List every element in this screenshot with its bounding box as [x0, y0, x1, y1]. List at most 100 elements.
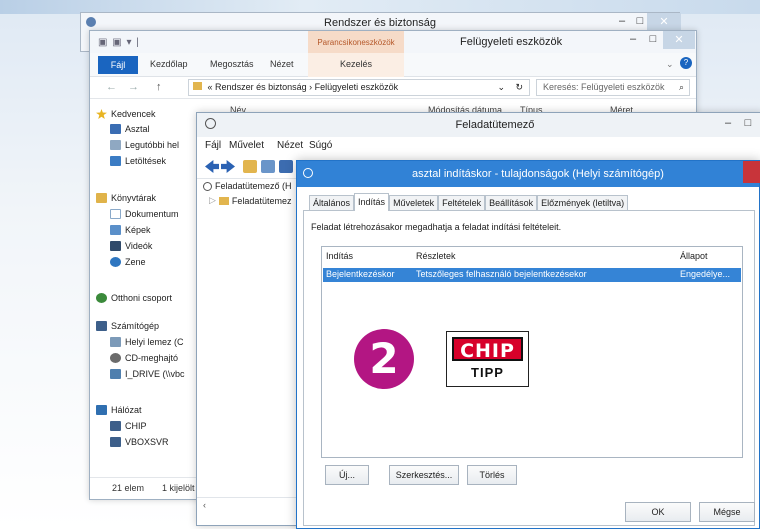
forward-button[interactable]: →	[128, 81, 139, 93]
nav-downloads[interactable]: Letöltések	[110, 156, 166, 166]
scheduler-titlebar: Feladatütemező – □	[197, 113, 760, 137]
minimize-button[interactable]: –	[622, 33, 644, 45]
search-icon[interactable]: ⌕	[679, 80, 684, 95]
nav-cd-drive[interactable]: CD-meghajtó	[110, 353, 178, 363]
nav-music[interactable]: Zene	[110, 257, 146, 267]
search-placeholder: Keresés: Felügyeleti eszközök	[543, 82, 665, 92]
tree-library[interactable]: ▷ Feladatütemez	[209, 195, 291, 206]
item-count: 21 elem	[112, 483, 145, 493]
tab-history[interactable]: Előzmények (letiltva)	[537, 195, 629, 211]
close-button[interactable]	[743, 161, 760, 183]
tab-general[interactable]: Általános	[309, 195, 355, 211]
up-button[interactable]: ↑	[156, 81, 162, 93]
nav-label: Otthoni csoport	[111, 293, 173, 303]
expand-icon[interactable]: ▷	[209, 195, 216, 206]
tree-label: Feladatütemez	[231, 195, 292, 206]
menu-action[interactable]: Művelet	[229, 140, 264, 151]
library-icon	[96, 193, 107, 203]
homegroup-icon	[96, 293, 107, 303]
column-details[interactable]: Részletek	[416, 251, 456, 261]
tab-home[interactable]: Kezdőlap	[150, 59, 188, 69]
selected-count: 1 kijelölt	[162, 483, 195, 493]
maximize-button[interactable]: □	[642, 33, 664, 45]
window-title: Felügyeleti eszközök	[460, 36, 563, 48]
computer-icon	[110, 437, 121, 447]
nav-recent[interactable]: Legutóbbi hel	[110, 140, 179, 150]
address-bar-row: ← → ↑ « Rendszer és biztonság › Felügyel…	[90, 77, 696, 99]
tab-file[interactable]: Fájl	[98, 56, 138, 74]
nav-label: Asztal	[125, 124, 150, 134]
address-dropdown-icon[interactable]: ⌄	[497, 80, 505, 95]
nav-videos[interactable]: Videók	[110, 241, 152, 251]
menu-help[interactable]: Súgó	[309, 140, 332, 151]
tree-root[interactable]: Feladatütemező (H	[203, 181, 292, 191]
breadcrumb-system-security[interactable]: Rendszer és biztonság	[215, 82, 307, 92]
tab-settings[interactable]: Beállítások	[485, 195, 538, 211]
tab-actions[interactable]: Műveletek	[389, 195, 439, 211]
downloads-icon	[110, 156, 121, 166]
context-tab-label: Parancsikoneszközök	[308, 31, 404, 53]
tree-scrollbar[interactable]: ‹	[197, 497, 297, 511]
table-row[interactable]: Bejelentkezéskor Tetszőleges felhasználó…	[323, 268, 741, 282]
edit-button[interactable]: Szerkesztés...	[389, 465, 459, 485]
search-input[interactable]: Keresés: Felügyeleti eszközök ⌕	[536, 79, 690, 96]
forward-arrow-icon[interactable]	[221, 160, 235, 173]
nav-network-drive[interactable]: I_DRIVE (\\vbc	[110, 369, 185, 379]
nav-network[interactable]: Hálózat	[96, 405, 142, 415]
nav-documents[interactable]: Dokumentum	[110, 209, 179, 219]
breadcrumb-separator: ›	[309, 82, 313, 92]
nav-label: Kedvencek	[111, 109, 156, 119]
nav-chip[interactable]: CHIP	[110, 421, 147, 431]
row-details: Tetszőleges felhasználó bejelentkezéseko…	[416, 269, 587, 279]
folder-up-icon[interactable]	[243, 160, 257, 173]
close-button[interactable]: ✕	[663, 31, 695, 49]
column-trigger[interactable]: Indítás	[326, 251, 353, 261]
ok-button[interactable]: OK	[625, 502, 691, 522]
new-button[interactable]: Új...	[325, 465, 369, 485]
nav-favorites[interactable]: Kedvencek	[96, 109, 156, 119]
minimize-button[interactable]: –	[717, 117, 739, 129]
network-drive-icon	[110, 369, 121, 379]
explorer-titlebar: ▣ ▣ ▾ | Parancsikoneszközök Felügyeleti …	[90, 31, 696, 53]
breadcrumb-admin-tools[interactable]: Felügyeleti eszközök	[315, 82, 399, 92]
back-arrow-icon[interactable]	[205, 160, 219, 173]
desktop-icon	[110, 124, 121, 134]
scroll-left-icon[interactable]: ‹	[203, 500, 206, 510]
nav-homegroup[interactable]: Otthoni csoport	[96, 293, 172, 303]
network-icon	[96, 405, 107, 415]
tree-label: Feladatütemező (H	[215, 181, 292, 191]
help-icon[interactable]: ?	[680, 57, 692, 69]
address-box[interactable]: « Rendszer és biztonság › Felügyeleti es…	[188, 79, 530, 96]
chip-tipp-logo: CHIP TIPP	[446, 331, 529, 387]
nav-label: Számítógép	[111, 321, 160, 331]
tab-view[interactable]: Nézet	[270, 59, 294, 69]
menu-view[interactable]: Nézet	[277, 140, 303, 151]
tab-conditions[interactable]: Feltételek	[438, 195, 486, 211]
quick-access-toolbar[interactable]: ▣ ▣ ▾ |	[98, 37, 140, 48]
row-trigger: Bejelentkezéskor	[326, 269, 395, 279]
tab-triggers[interactable]: Indítás	[354, 193, 390, 211]
nav-desktop[interactable]: Asztal	[110, 124, 150, 134]
ribbon-expand-icon[interactable]: ⌄	[666, 59, 674, 70]
menu-file[interactable]: Fájl	[205, 140, 221, 151]
delete-button[interactable]: Törlés	[467, 465, 517, 485]
nav-local-disk[interactable]: Helyi lemez (C	[110, 337, 184, 347]
tab-share[interactable]: Megosztás	[210, 59, 254, 69]
close-button[interactable]: ✕	[647, 13, 681, 31]
column-status[interactable]: Állapot	[680, 251, 708, 261]
refresh-icon[interactable]: ↻	[515, 80, 523, 95]
tab-manage[interactable]: Kezelés	[340, 59, 372, 69]
dialog-tabs: Általános Indítás Műveletek Feltételek B…	[309, 193, 629, 211]
back-button[interactable]: ←	[106, 81, 117, 93]
nav-computer[interactable]: Számítógép	[96, 321, 159, 331]
help-book-icon[interactable]	[279, 160, 293, 173]
nav-label: Legutóbbi hel	[125, 140, 180, 150]
nav-vboxsvr[interactable]: VBOXSVR	[110, 437, 169, 447]
maximize-button[interactable]: □	[737, 117, 759, 129]
cancel-button[interactable]: Mégse	[699, 502, 755, 522]
show-hide-tree-icon[interactable]	[261, 160, 275, 173]
nav-libraries[interactable]: Könyvtárak	[96, 193, 156, 203]
nav-pictures[interactable]: Képek	[110, 225, 151, 235]
breadcrumb-overflow[interactable]: «	[208, 82, 213, 92]
ribbon-tabs: Fájl Kezdőlap Megosztás Nézet Kezelés ⌄ …	[90, 53, 696, 77]
